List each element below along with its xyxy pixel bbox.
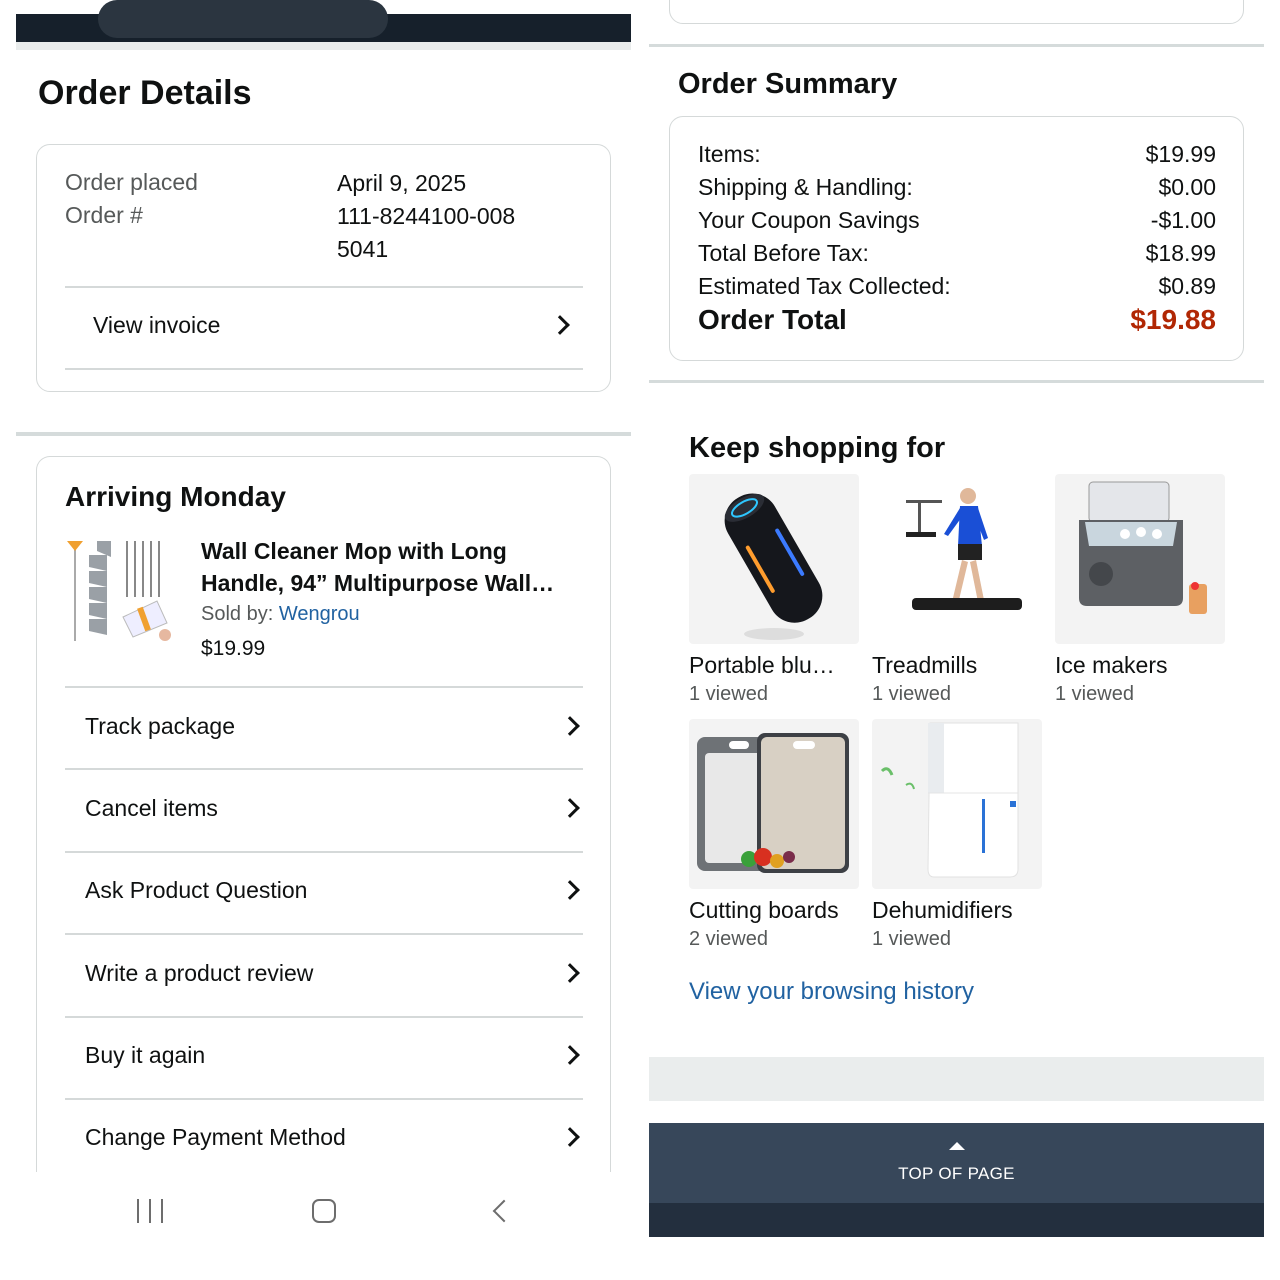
page-title: Order Details [38,74,252,112]
summary-label: Total Before Tax: [698,240,869,266]
order-info-card: Order placed April 9, 2025 Order # 111-8… [36,144,611,392]
arrival-status: Arriving Monday [65,481,286,512]
summary-row-before-tax: Total Before Tax: $18.99 [698,240,1216,267]
keep-shopping-tile[interactable]: Portable blu… 1 viewed [689,474,859,706]
chevron-right-icon [550,315,570,335]
footer-bar [649,1203,1264,1237]
speaker-icon [689,474,859,644]
write-review-label: Write a product review [85,959,314,986]
summary-row-items: Items: $19.99 [698,141,1216,168]
order-summary-card: Items: $19.99 Shipping & Handling: $0.00… [669,116,1244,361]
back-icon [492,1199,516,1223]
recent-apps-icon[interactable] [120,1196,180,1226]
android-nav-bar [16,1172,631,1280]
track-package-label: Track package [85,712,235,739]
change-payment-label: Change Payment Method [85,1123,346,1150]
tile-name: Cutting boards [689,897,839,923]
order-placed-value: April 9, 2025 [337,170,467,196]
top-of-page-button[interactable]: TOP OF PAGE [649,1123,1264,1203]
right-screen: Order Summary Items: $19.99 Shipping & H… [649,0,1264,1280]
mop-product-image[interactable] [67,537,177,649]
change-payment-row[interactable]: Change Payment Method [85,1097,585,1177]
order-total-row: Order Total $19.88 [698,304,1216,336]
browsing-history-link[interactable]: View your browsing history [689,978,974,1006]
chevron-right-icon [560,963,580,983]
order-placed-label: Order placed [65,169,198,195]
summary-label: Your Coupon Savings [698,207,920,233]
header-shadow [16,42,631,50]
section-separator [16,432,631,436]
chevron-right-icon [560,1127,580,1147]
top-header-bar [16,0,631,42]
ice-maker-icon [1055,474,1225,644]
product-title[interactable]: Wall Cleaner Mop with Long Handle, 94” M… [201,535,591,599]
top-of-page-label: TOP OF PAGE [898,1164,1015,1183]
write-review-row[interactable]: Write a product review [85,933,585,1013]
spacer-band [649,1057,1264,1101]
summary-label: Estimated Tax Collected: [698,273,951,299]
order-summary-title: Order Summary [678,68,898,100]
view-invoice-link[interactable]: View invoice [93,285,575,365]
order-total-value: $19.88 [1130,304,1216,335]
tile-views: 1 viewed [689,683,768,705]
section-separator [649,44,1264,47]
sold-by-label: Sold by: [201,603,279,625]
product-price: $19.99 [201,637,266,660]
keep-shopping-tile[interactable]: Dehumidifiers 1 viewed [872,719,1042,951]
tile-name: Ice makers [1055,652,1168,678]
sold-by: Sold by: Wengrou [201,603,360,626]
buy-again-label: Buy it again [85,1041,206,1068]
order-number-label: Order # [65,202,143,228]
tile-views: 1 viewed [872,683,951,705]
left-screen: Order Details Order placed April 9, 2025… [16,0,631,1280]
tile-views: 1 viewed [1055,683,1134,705]
cutting-board-icon [689,719,859,889]
view-invoice-label: View invoice [93,311,221,338]
track-package-row[interactable]: Track package [85,686,585,766]
tile-views: 2 viewed [689,928,768,950]
summary-label: Items: [698,141,761,167]
keep-shopping-tile[interactable]: Cutting boards 2 viewed [689,719,859,951]
summary-value: -$1.00 [1150,207,1216,233]
chevron-right-icon [560,880,580,900]
tile-name: Treadmills [872,652,978,678]
caret-up-icon [948,1142,965,1150]
section-separator [649,380,1264,383]
summary-value: $19.99 [1145,141,1216,167]
chevron-right-icon [560,798,580,818]
cancel-items-row[interactable]: Cancel items [85,768,585,848]
summary-value: $0.00 [1158,174,1216,200]
treadmill-icon [872,474,1042,644]
order-total-label: Order Total [698,304,847,335]
shipment-card: Arriving Monday Wall Cleaner Mop with Lo… [36,456,611,1216]
ask-product-question-label: Ask Product Question [85,876,308,903]
tile-name: Portable blu… [689,652,835,678]
back-button[interactable] [474,1196,534,1226]
summary-value: $0.89 [1158,273,1216,299]
summary-row-coupon: Your Coupon Savings -$1.00 [698,207,1216,234]
ask-product-question-row[interactable]: Ask Product Question [85,850,585,930]
previous-card-edge [669,0,1244,24]
keep-shopping-title: Keep shopping for [689,432,946,464]
summary-row-shipping: Shipping & Handling: $0.00 [698,174,1216,201]
keep-shopping-tile[interactable]: Ice makers 1 viewed [1055,474,1225,706]
chevron-right-icon [560,1045,580,1065]
buy-again-row[interactable]: Buy it again [85,1015,585,1095]
summary-value: $18.99 [1145,240,1216,266]
keep-shopping-tile[interactable]: Treadmills 1 viewed [872,474,1042,706]
tile-views: 1 viewed [872,928,951,950]
home-button[interactable] [294,1196,354,1226]
order-number-value: 111-8244100-0085041 [337,203,516,262]
search-bar-edge[interactable] [98,0,388,38]
seller-link[interactable]: Wengrou [279,603,360,625]
home-icon [312,1199,336,1223]
chevron-right-icon [560,716,580,736]
tile-name: Dehumidifiers [872,897,1013,923]
divider [65,368,583,370]
cancel-items-label: Cancel items [85,794,218,821]
summary-label: Shipping & Handling: [698,174,913,200]
summary-row-tax: Estimated Tax Collected: $0.89 [698,273,1216,300]
dehumidifier-icon [872,719,1042,889]
